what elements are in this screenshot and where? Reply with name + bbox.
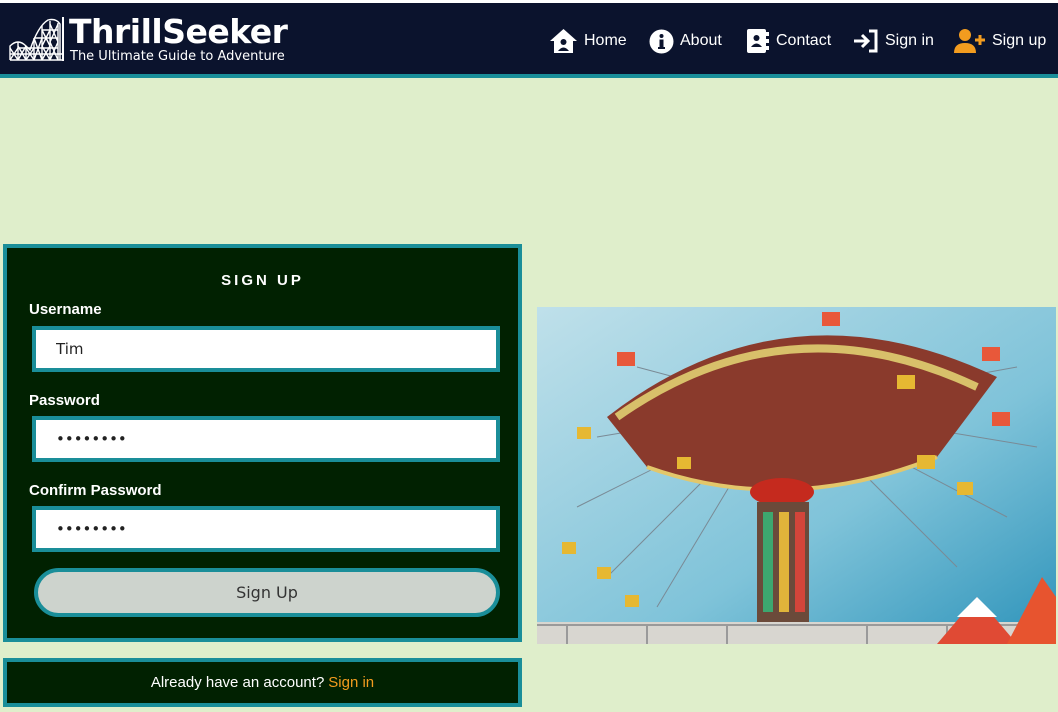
nav-about-label: About [680,32,722,49]
user-plus-icon [954,29,985,53]
nav-home-label: Home [584,32,627,49]
roller-coaster-icon[interactable] [8,16,66,62]
home-icon [550,29,577,53]
site-header: ThrillSeeker The Ultimate Guide to Adven… [0,3,1058,74]
confirm-password-label: Confirm Password [29,482,162,499]
address-book-icon [747,29,769,53]
sign-in-icon [854,29,878,53]
nav-sign-in-label: Sign in [885,32,934,49]
swing-carousel-ride-photo [537,307,1056,644]
nav-about[interactable]: About [649,25,722,57]
sign-in-prompt: Already have an account? Sign in [3,658,522,707]
brand-subtitle: The Ultimate Guide to Adventure [70,49,285,64]
username-field[interactable] [32,326,500,372]
sign-in-prompt-text: Already have an account? [150,674,325,691]
sign-up-button[interactable]: Sign Up [34,568,500,617]
nav-contact-label: Contact [776,32,832,49]
sign-in-link[interactable]: Sign in [328,674,374,691]
nav-sign-up-label: Sign up [992,32,1047,49]
header-border [0,74,1058,78]
brand-title[interactable]: ThrillSeeker [69,14,288,50]
username-label: Username [29,301,102,318]
password-label: Password [29,392,100,409]
brand-divider [62,17,64,61]
nav-home[interactable]: Home [549,25,627,57]
sign-up-card: SIGN UP Username Password Confirm Passwo… [3,244,522,642]
password-field[interactable] [32,416,500,462]
info-icon [649,29,674,53]
nav-contact[interactable]: Contact [746,25,831,57]
confirm-password-field[interactable] [32,506,500,552]
nav-sign-in[interactable]: Sign in [852,25,934,57]
nav-sign-up[interactable]: Sign up [954,25,1046,57]
form-title: SIGN UP [221,272,304,289]
